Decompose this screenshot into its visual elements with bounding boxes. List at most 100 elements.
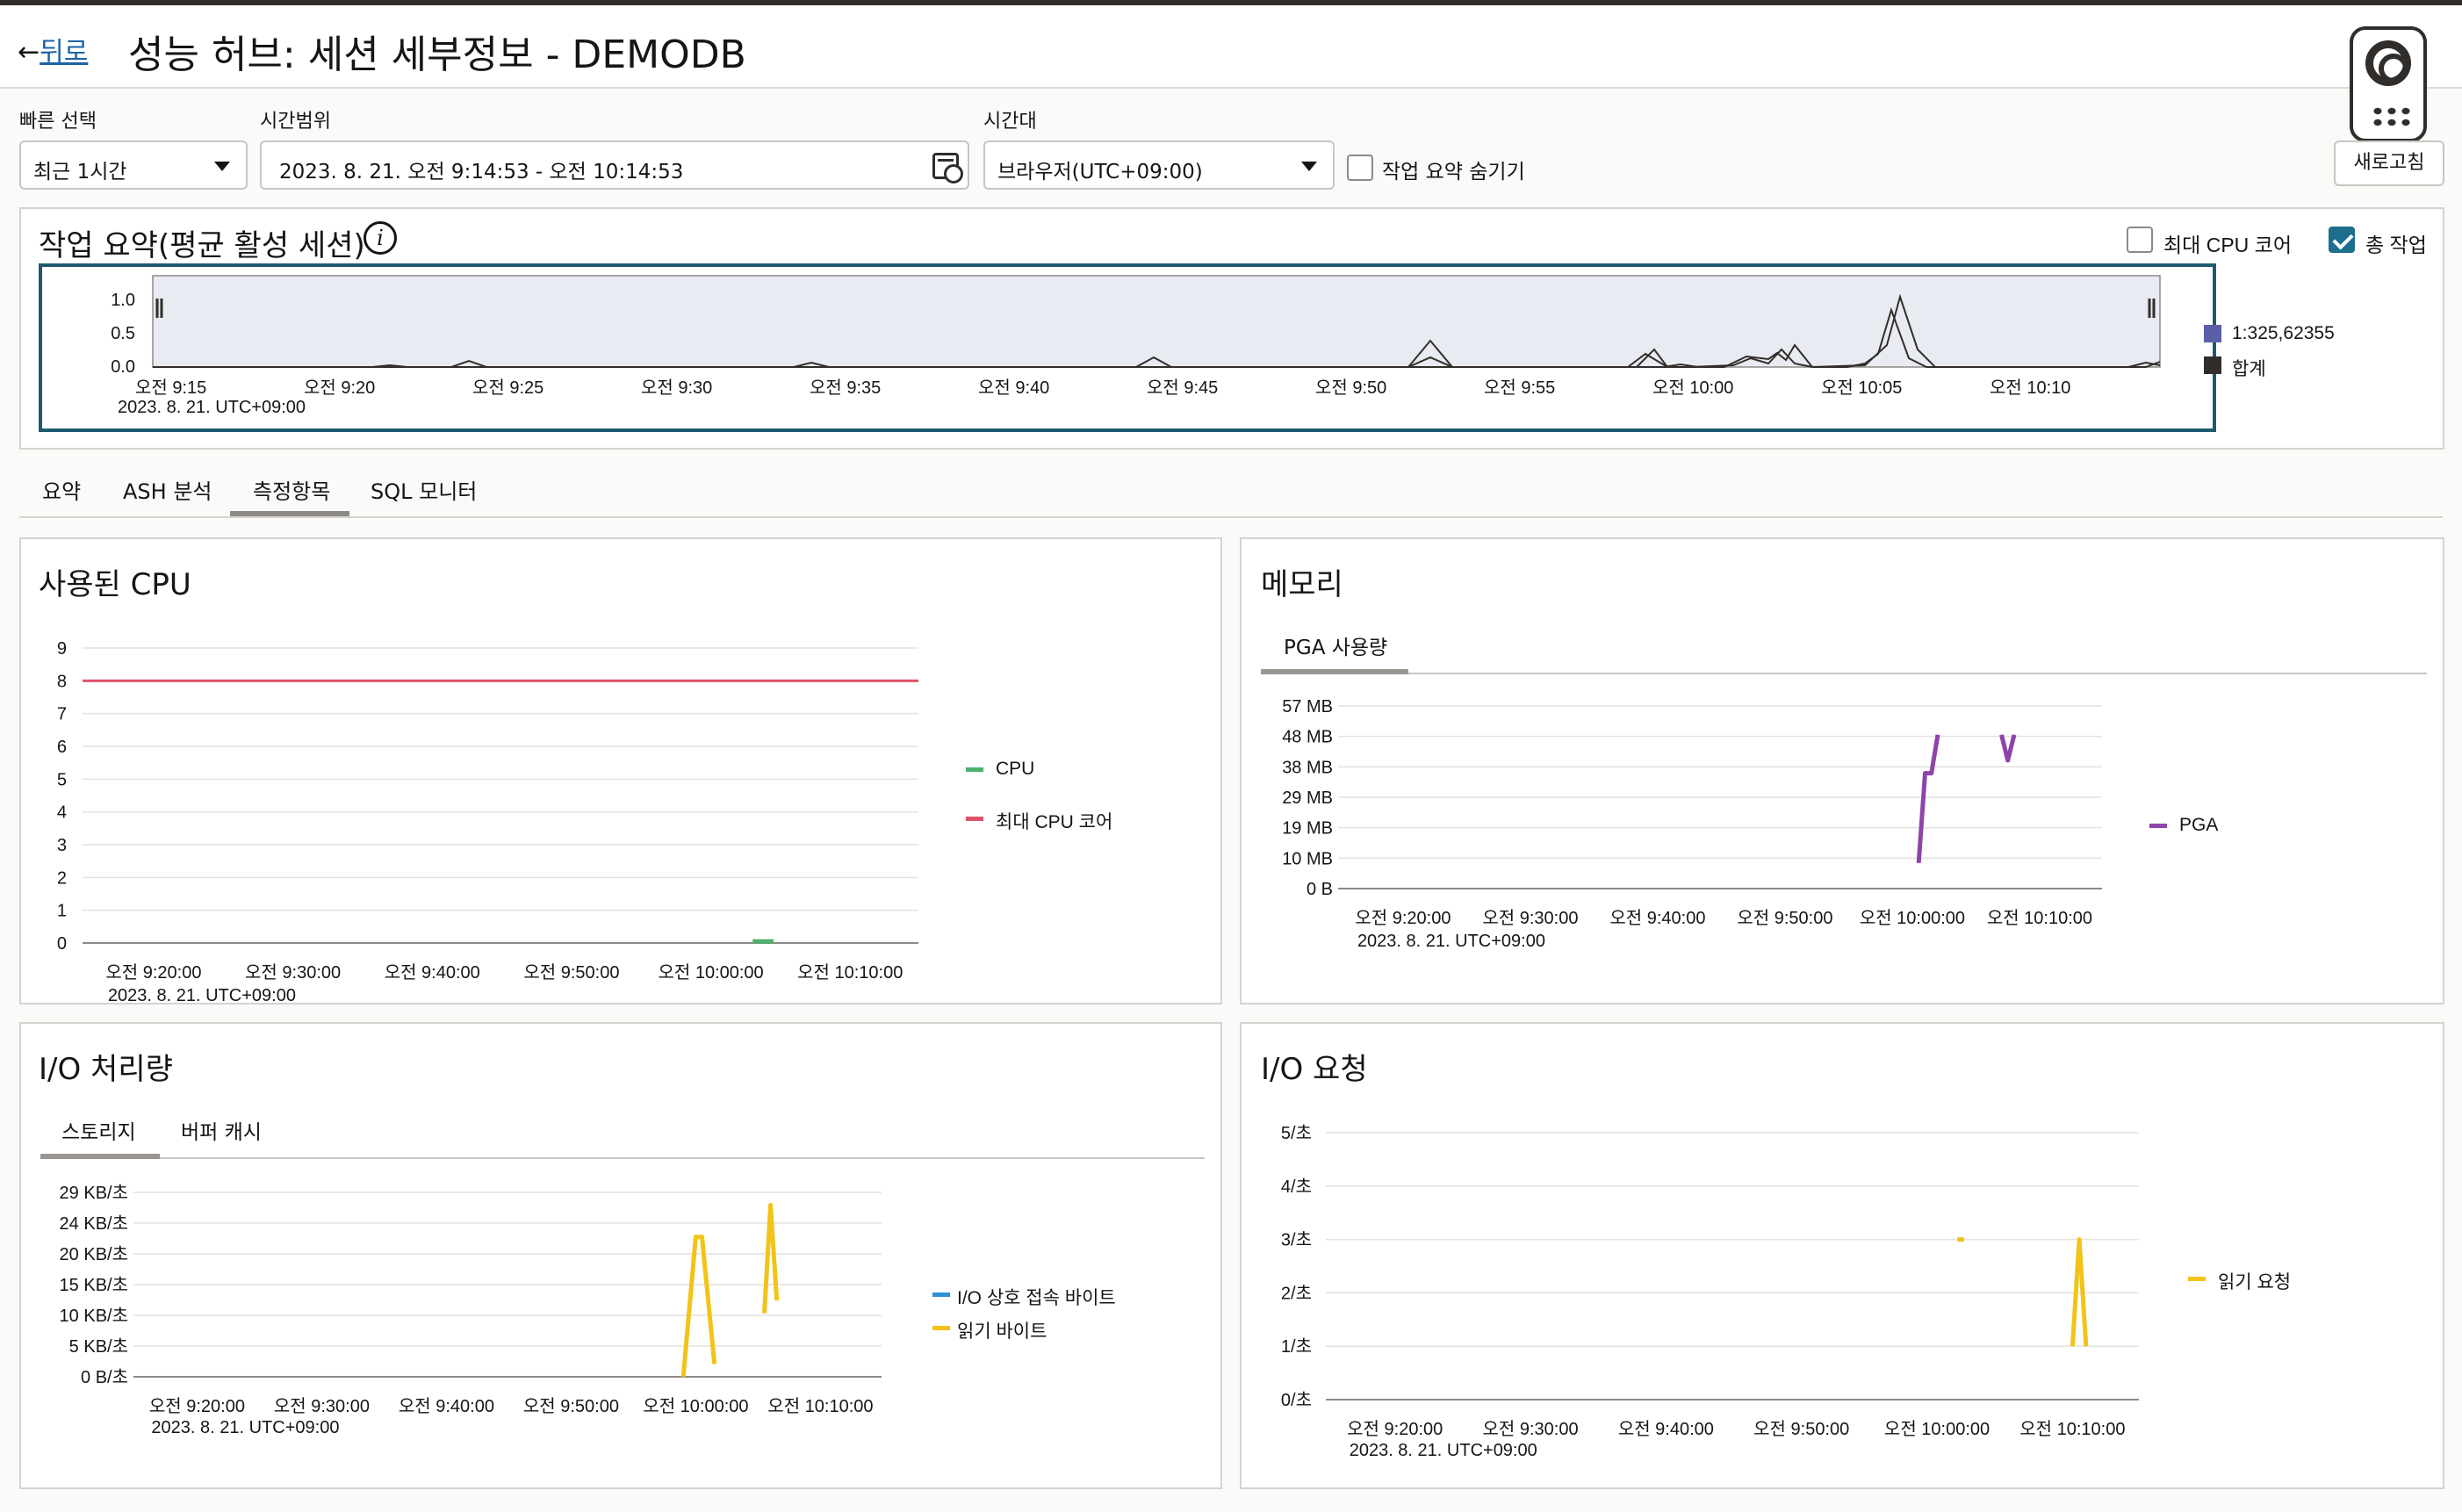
iot-y-tick: 15 KB/초 <box>60 1276 128 1295</box>
iot-y-tick: 5 KB/초 <box>69 1337 128 1357</box>
refresh-button[interactable]: 새로고침 <box>2334 140 2444 186</box>
summary-x-tick: 오전 9:25 <box>472 378 544 398</box>
page-header: ←뒤로 성능 허브: 세션 세부정보 - DEMODB <box>0 5 2462 89</box>
cpu-y-tick: 9 <box>57 639 67 659</box>
hide-summary-label: 작업 요약 숨기기 <box>1382 161 1525 184</box>
summary-x-tick: 오전 9:45 <box>1147 378 1218 398</box>
mem-y-tick: 57 MB <box>1282 697 1333 716</box>
tab-pga-usage[interactable]: PGA 사용량 <box>1284 630 1387 660</box>
iot-x-tick: 오전 10:10:00 <box>767 1396 873 1416</box>
timezone-dropdown[interactable]: 브라우저(UTC+09:00) <box>983 140 1335 190</box>
timezone-label: 시간대 <box>983 111 1037 133</box>
cpu-y-tick: 2 <box>57 868 67 888</box>
total-work-checkbox[interactable] <box>2329 227 2355 253</box>
tab-ash-analysis[interactable]: ASH 분석 <box>123 474 212 505</box>
legend-pga-label: PGA <box>2179 815 2219 835</box>
cpu-chart[interactable]: 9 8 7 6 5 4 3 2 1 0 오전 9:20:00 오전 9:30:00 오전 9:40:00… <box>21 618 952 1004</box>
quick-select-dropdown[interactable]: 최근 1시간 <box>19 140 248 190</box>
mem-x-tick: 오전 9:30:00 <box>1482 908 1578 928</box>
cpu-x-tick: 오전 9:30:00 <box>245 962 341 983</box>
legend-swatch-read-requests <box>2188 1277 2206 1281</box>
ior-y-tick: 3/초 <box>1281 1231 1312 1250</box>
mem-x-tick: 오전 9:20:00 <box>1355 908 1451 928</box>
summary-y-tick: 1.0 <box>111 291 135 310</box>
iot-x-tick: 오전 9:20:00 <box>149 1396 245 1416</box>
cpu-y-tick: 0 <box>57 934 67 954</box>
io-throughput-chart[interactable]: 29 KB/초 24 KB/초 20 KB/초 15 KB/초 10 KB/초 5 KB/… <box>21 1173 899 1489</box>
time-range-value: 2023. 8. 21. 오전 9:14:53 - 오전 10:14:53 <box>279 161 684 184</box>
quick-select-value: 최근 1시간 <box>33 161 127 184</box>
io-requests-title: I/O 요청 <box>1261 1052 1368 1087</box>
legend-read-requests-label: 읽기 요청 <box>2218 1272 2292 1292</box>
io-requests-chart[interactable]: 5/초 4/초 3/초 2/초 1/초 0/초오전 9:20:00 오전 9:30:00 오전… <box>1242 1103 2172 1489</box>
time-range-field[interactable]: 2023. 8. 21. 오전 9:14:53 - 오전 10:14:53 <box>260 140 969 190</box>
legend-swatch-cpu <box>966 767 983 772</box>
legend-total-label: 합계 <box>2232 359 2266 379</box>
mem-y-tick: 10 MB <box>1282 849 1333 868</box>
ior-x-tick: 오전 9:20:00 <box>1347 1419 1443 1439</box>
iot-y-tick: 29 KB/초 <box>60 1184 128 1203</box>
mem-y-tick: 19 MB <box>1282 819 1333 839</box>
lifebuoy-icon <box>2365 40 2411 86</box>
back-link-label[interactable]: 뒤로 <box>40 37 88 68</box>
memory-panel-title: 메모리 <box>1261 567 1343 602</box>
summary-date-label: 2023. 8. 21. UTC+09:00 <box>118 398 306 417</box>
io-requests-panel: I/O 요청 5/초 4/초 3/초 2/초 1/초 0/초 오전 9:20:00 오전 9:… <box>1240 1022 2444 1489</box>
cpu-x-tick: 오전 10:00:00 <box>658 962 763 983</box>
memory-chart[interactable]: 57 MB 48 MB 38 MB 29 MB 19 MB 10 MB 0 B 오전 9:20… <box>1242 688 2120 1004</box>
help-button[interactable] <box>2350 26 2427 142</box>
active-subtab-indicator <box>1261 669 1408 674</box>
read-bytes-series-line <box>762 1203 780 1314</box>
ior-x-tick: 오전 10:10:00 <box>2019 1419 2125 1439</box>
chevron-down-icon <box>1301 162 1317 171</box>
legend-swatch-interconnect <box>932 1292 950 1297</box>
tab-summary[interactable]: 요약 <box>42 474 81 505</box>
iot-x-tick: 오전 9:50:00 <box>523 1396 619 1416</box>
app-grid-icon <box>2371 105 2411 128</box>
legend-swatch-pga <box>2149 824 2167 828</box>
summary-x-tick: 오전 9:20 <box>304 378 375 398</box>
tab-buffer-cache[interactable]: 버퍼 캐시 <box>181 1115 262 1145</box>
calendar-icon[interactable] <box>932 153 963 184</box>
summary-chart[interactable]: 1.0 0.5 0.0 오전 9:15 오전 9:20 오전 9:25 오전 9:30… <box>21 262 2216 450</box>
cpu-x-tick: 오전 9:50:00 <box>523 962 619 983</box>
legend-read-bytes-label: 읽기 바이트 <box>957 1321 1047 1342</box>
read-bytes-series-line <box>680 1235 717 1378</box>
iot-x-tick: 오전 9:30:00 <box>274 1396 370 1416</box>
quick-select-label: 빠른 선택 <box>19 111 97 133</box>
cpu-panel-title: 사용된 CPU <box>39 567 191 602</box>
ior-y-tick: 4/초 <box>1281 1177 1312 1197</box>
cpu-x-tick: 오전 10:10:00 <box>797 962 903 983</box>
back-link[interactable]: ←뒤로 <box>18 30 88 68</box>
summary-x-tick: 오전 10:10 <box>1990 378 2070 398</box>
mem-y-tick: 0 B <box>1307 880 1333 899</box>
cpu-used-panel: 사용된 CPU 9 8 7 6 5 4 3 2 1 0 오전 9:20:00 오전 9:30:00 오전… <box>19 537 1222 1004</box>
ior-date-label: 2023. 8. 21. UTC+09:00 <box>1350 1441 1537 1460</box>
tab-storage[interactable]: 스토리지 <box>61 1115 136 1145</box>
legend-max-cpu-label: 최대 CPU 코어 <box>996 812 1113 832</box>
cpu-y-tick: 6 <box>57 738 67 757</box>
summary-y-tick: 0.5 <box>111 324 135 343</box>
cpu-x-tick: 오전 9:40:00 <box>385 962 480 983</box>
ior-y-tick: 5/초 <box>1281 1124 1312 1143</box>
info-icon[interactable]: i <box>364 221 397 255</box>
summary-y-tick: 0.0 <box>111 357 135 377</box>
ior-x-tick: 오전 9:30:00 <box>1482 1419 1578 1439</box>
summary-x-tick: 오전 9:50 <box>1315 378 1386 398</box>
iot-date-label: 2023. 8. 21. UTC+09:00 <box>151 1418 339 1437</box>
cpu-y-tick: 1 <box>57 902 67 921</box>
hide-summary-checkbox[interactable] <box>1347 155 1373 181</box>
tab-sql-monitor[interactable]: SQL 모니터 <box>371 474 477 505</box>
max-cpu-label: 최대 CPU 코어 <box>2163 234 2292 256</box>
iot-y-tick: 24 KB/초 <box>60 1214 128 1234</box>
io-throughput-panel: I/O 처리량 스토리지 버퍼 캐시 29 KB/초 24 KB/초 20 KB/초… <box>19 1022 1222 1489</box>
cpu-date-label: 2023. 8. 21. UTC+09:00 <box>108 986 296 1004</box>
iot-x-tick: 오전 10:00:00 <box>643 1396 748 1416</box>
summary-x-tick: 오전 9:35 <box>810 378 881 398</box>
max-cpu-checkbox[interactable] <box>2127 227 2153 253</box>
legend-swatch-read-bytes <box>932 1326 950 1330</box>
mem-date-label: 2023. 8. 21. UTC+09:00 <box>1357 932 1545 951</box>
tab-metrics[interactable]: 측정항목 <box>253 474 330 505</box>
tab-bar: 요약 ASH 분석 측정항목 SQL 모니터 <box>19 457 2443 518</box>
mem-x-tick: 오전 10:10:00 <box>1987 908 2092 928</box>
